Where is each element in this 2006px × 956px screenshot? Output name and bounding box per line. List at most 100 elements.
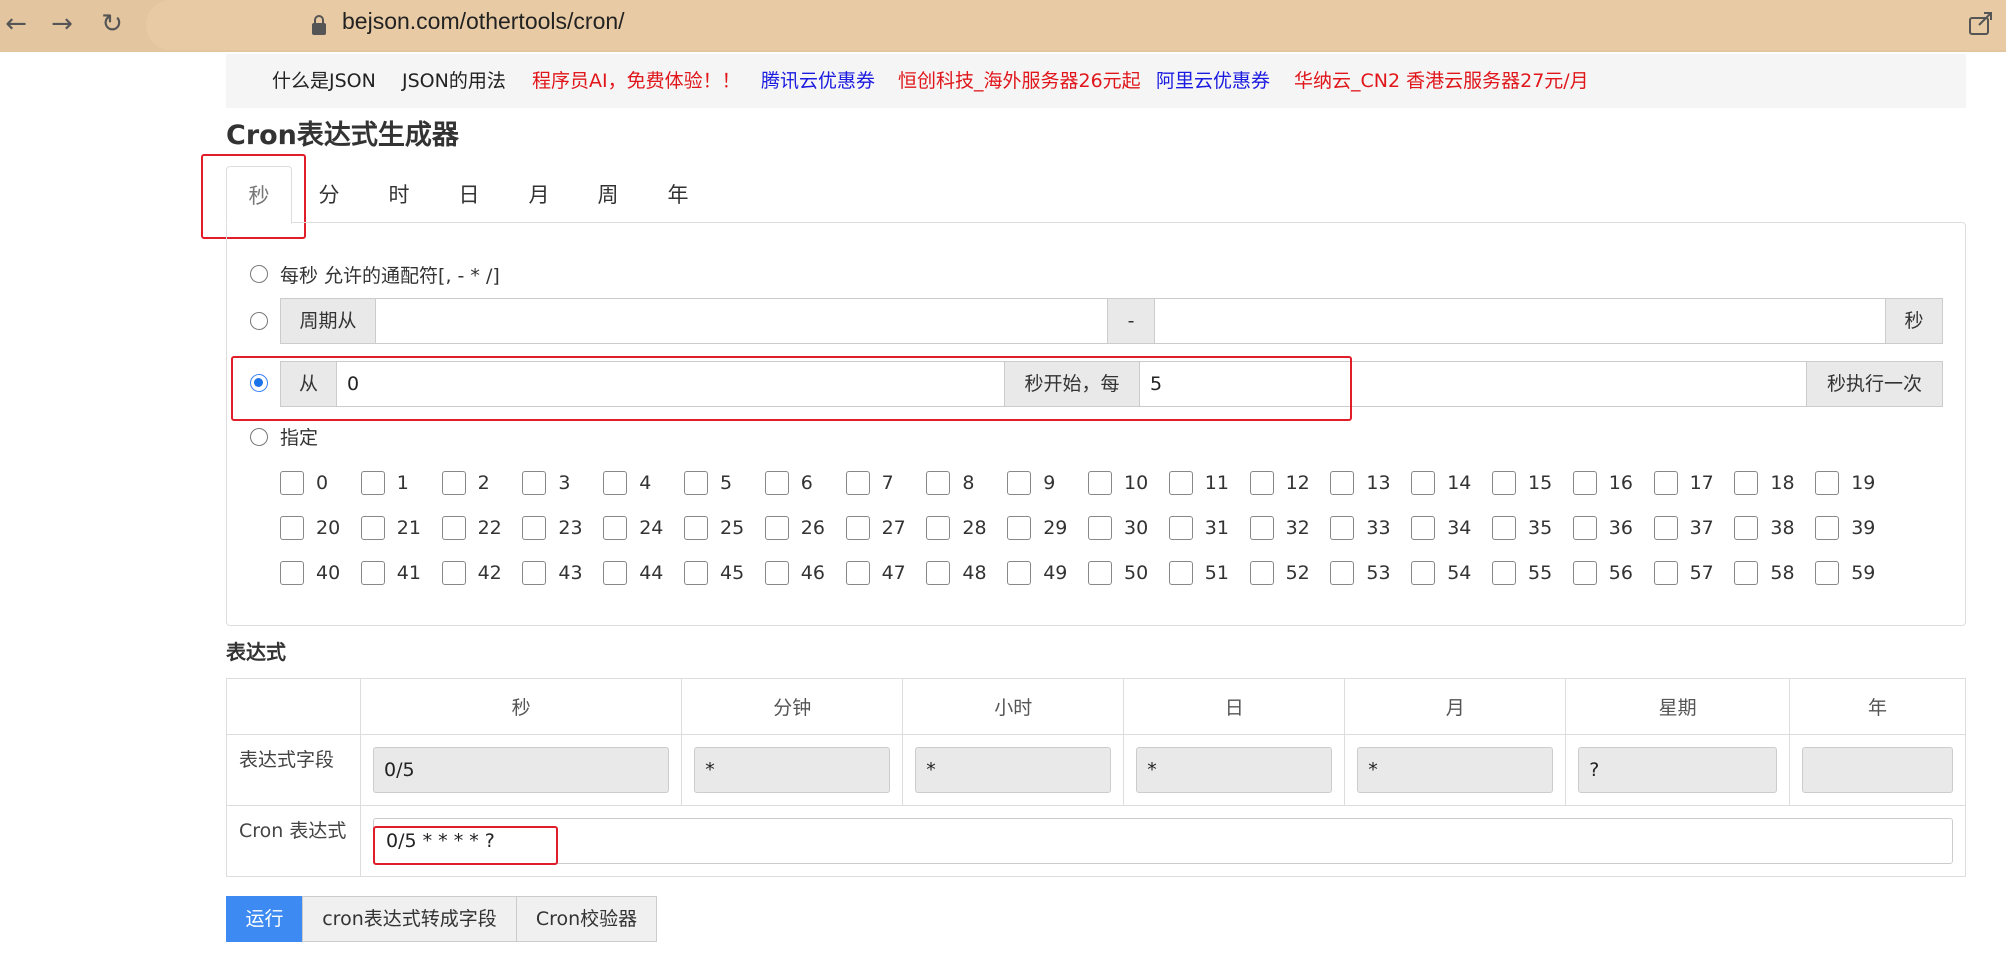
second-checkbox-label: 38 — [1770, 517, 1795, 539]
second-checkbox[interactable] — [522, 471, 547, 495]
step-start-input[interactable]: 0 — [336, 361, 1005, 407]
second-checkbox[interactable] — [1168, 516, 1193, 540]
radio-specify[interactable] — [250, 428, 268, 446]
tab-second[interactable]: 秒 — [226, 166, 292, 224]
second-checkbox[interactable] — [926, 561, 951, 585]
second-checkbox[interactable] — [441, 561, 466, 585]
period-from-input[interactable] — [375, 298, 1108, 344]
second-checkbox-label: 58 — [1770, 562, 1795, 584]
second-checkbox[interactable] — [1168, 561, 1193, 585]
second-checkbox[interactable] — [441, 471, 466, 495]
second-checkbox[interactable] — [1734, 516, 1759, 540]
nav-link-hengchuang[interactable]: 恒创科技_海外服务器26元起 — [898, 68, 1141, 94]
nav-link-json-usage[interactable]: JSON的用法 — [402, 68, 506, 94]
second-checkbox[interactable] — [1411, 561, 1436, 585]
second-checkbox[interactable] — [280, 561, 304, 585]
second-checkbox[interactable] — [1815, 561, 1840, 585]
tab-day[interactable]: 日 — [436, 166, 502, 224]
tab-hour[interactable]: 时 — [366, 166, 432, 224]
second-checkbox[interactable] — [1653, 516, 1678, 540]
cron-to-fields-button[interactable]: cron表达式转成字段 — [302, 896, 517, 942]
tab-month[interactable]: 月 — [506, 166, 572, 224]
second-checkbox[interactable] — [1088, 516, 1112, 540]
step-interval-input[interactable]: 5 — [1139, 361, 1807, 407]
second-checkbox[interactable] — [764, 471, 789, 495]
second-checkbox[interactable] — [764, 561, 789, 585]
second-checkbox[interactable] — [1492, 471, 1516, 495]
second-checkbox[interactable] — [360, 561, 385, 585]
second-checkbox[interactable] — [1411, 471, 1436, 495]
run-button[interactable]: 运行 — [226, 896, 303, 942]
second-checkbox[interactable] — [360, 471, 385, 495]
second-checkbox[interactable] — [1734, 561, 1759, 585]
nav-link-huanayun[interactable]: 华纳云_CN2 香港云服务器27元/月 — [1294, 68, 1589, 94]
radio-every-second[interactable] — [250, 265, 268, 283]
second-checkbox[interactable] — [1572, 516, 1597, 540]
back-arrow-icon[interactable]: ← — [0, 8, 32, 40]
second-checkbox[interactable] — [522, 516, 547, 540]
second-checkbox-label: 16 — [1608, 472, 1633, 494]
second-checkbox[interactable] — [1088, 561, 1112, 585]
second-checkbox[interactable] — [1330, 516, 1355, 540]
second-checkbox[interactable] — [603, 516, 628, 540]
second-checkbox[interactable] — [684, 561, 708, 585]
second-checkbox[interactable] — [684, 516, 708, 540]
second-checkbox[interactable] — [926, 471, 951, 495]
second-checkbox[interactable] — [1815, 516, 1840, 540]
nav-link-what-is-json[interactable]: 什么是JSON — [272, 68, 376, 94]
radio-period[interactable] — [250, 312, 268, 330]
second-checkbox[interactable] — [1249, 471, 1274, 495]
second-checkbox[interactable] — [280, 516, 304, 540]
second-checkbox-label: 9 — [1043, 472, 1056, 494]
second-checkbox[interactable] — [1007, 561, 1032, 585]
second-checkbox[interactable] — [1815, 471, 1840, 495]
tab-minute[interactable]: 分 — [296, 166, 362, 224]
second-checkbox[interactable] — [1330, 561, 1355, 585]
table-cell: * — [1344, 734, 1567, 806]
address-bar[interactable]: bejson.com/othertools/cron/ — [146, 0, 2006, 50]
second-checkbox[interactable] — [845, 471, 870, 495]
second-checkbox[interactable] — [1249, 516, 1274, 540]
second-checkbox[interactable] — [1411, 516, 1436, 540]
tab-week[interactable]: 周 — [575, 166, 641, 224]
forward-arrow-icon[interactable]: → — [46, 8, 78, 40]
second-checkbox[interactable] — [603, 561, 628, 585]
second-checkbox[interactable] — [1653, 471, 1678, 495]
reload-icon[interactable]: ↻ — [96, 8, 128, 40]
second-checkbox[interactable] — [1168, 471, 1193, 495]
second-checkbox[interactable] — [845, 516, 870, 540]
second-checkbox[interactable] — [684, 471, 708, 495]
second-checkbox[interactable] — [1492, 516, 1516, 540]
second-checkbox-label: 15 — [1528, 472, 1553, 494]
radio-step[interactable] — [250, 374, 268, 392]
second-checkbox[interactable] — [280, 471, 304, 495]
second-checkbox[interactable] — [926, 516, 951, 540]
cron-validator-button[interactable]: Cron校验器 — [516, 896, 657, 942]
second-checkbox[interactable] — [603, 471, 628, 495]
nav-link-aliyun-coupon[interactable]: 阿里云优惠券 — [1156, 68, 1270, 94]
second-checkbox[interactable] — [764, 516, 789, 540]
second-checkbox[interactable] — [845, 561, 870, 585]
second-checkbox[interactable] — [360, 516, 385, 540]
field-minute: * — [694, 747, 891, 793]
second-checkbox[interactable] — [522, 561, 547, 585]
second-checkbox[interactable] — [441, 516, 466, 540]
second-checkbox[interactable] — [1330, 471, 1355, 495]
second-checkbox-label: 40 — [316, 562, 341, 584]
cron-expression-input[interactable]: 0/5 * * * * ? — [373, 818, 1953, 864]
second-checkbox[interactable] — [1007, 471, 1032, 495]
second-checkbox[interactable] — [1492, 561, 1516, 585]
second-checkbox[interactable] — [1572, 561, 1597, 585]
nav-link-tencent-coupon[interactable]: 腾讯云优惠券 — [761, 68, 875, 94]
nav-link-ai-trial[interactable]: 程序员AI，免费体验！！ — [532, 68, 741, 94]
second-checkbox[interactable] — [1572, 471, 1597, 495]
second-checkbox[interactable] — [1088, 471, 1112, 495]
second-checkbox[interactable] — [1249, 561, 1274, 585]
second-checkbox[interactable] — [1653, 561, 1678, 585]
tab-year[interactable]: 年 — [645, 166, 711, 224]
period-to-input[interactable] — [1154, 298, 1886, 344]
share-icon[interactable] — [1966, 8, 1996, 38]
second-checkbox[interactable] — [1007, 516, 1032, 540]
second-checkbox-label: 51 — [1204, 562, 1229, 584]
second-checkbox[interactable] — [1734, 471, 1759, 495]
